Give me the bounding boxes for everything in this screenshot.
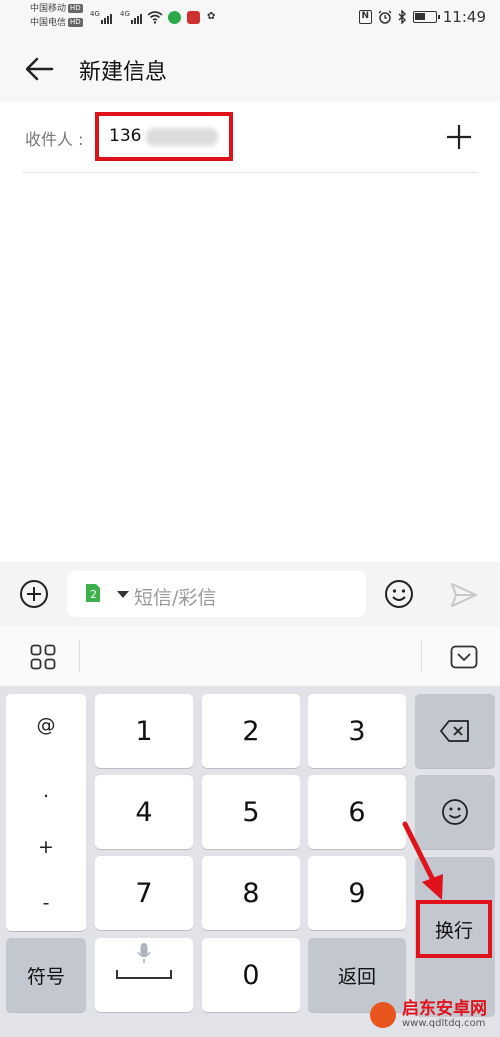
status-right: N 11:49	[358, 8, 486, 26]
recipient-row: 收件人 : 136	[0, 102, 500, 174]
keyboard-menu-grid-icon[interactable]	[30, 644, 56, 670]
clock: 11:49	[442, 8, 486, 26]
send-icon[interactable]	[450, 582, 478, 608]
red-arrow-annotation	[402, 821, 443, 900]
emoji-icon[interactable]	[384, 579, 414, 609]
key-1[interactable]: 1	[95, 694, 193, 768]
watermark-name: 启东安卓网	[402, 999, 487, 1019]
carrier-1: 中国移动 HD	[30, 4, 83, 14]
toolbar-separator	[421, 640, 422, 672]
recipient-label: 收件人 :	[25, 130, 84, 149]
key-3[interactable]: 3	[308, 694, 406, 768]
space-bar-icon	[116, 970, 172, 979]
key-9[interactable]: 9	[308, 856, 406, 930]
keyboard-toolbar	[0, 626, 500, 686]
key-plus[interactable]: +	[6, 836, 86, 858]
wifi-icon	[147, 11, 163, 24]
backspace-key[interactable]	[415, 694, 495, 768]
divider	[22, 172, 478, 173]
redacted-number-blur	[146, 128, 218, 146]
hide-keyboard-icon[interactable]	[450, 645, 478, 669]
key-dot[interactable]: .	[6, 780, 86, 802]
key-minus[interactable]: -	[6, 892, 86, 914]
hd-badge: HD	[68, 4, 83, 13]
bluetooth-icon	[398, 10, 406, 24]
back-arrow-icon[interactable]	[22, 52, 56, 86]
page-title: 新建信息	[79, 60, 168, 85]
key-2[interactable]: 2	[202, 694, 300, 768]
app-notification-icon	[187, 11, 200, 24]
numeric-keyboard: @ . + - 1 2 3 4 5 6 7 8 9 换行 符号 0 返回	[0, 686, 500, 1037]
key-5[interactable]: 5	[202, 775, 300, 849]
recipient-number: 136	[109, 126, 142, 146]
key-at[interactable]: @	[6, 714, 86, 736]
symbol-key[interactable]: 符号	[6, 938, 86, 1012]
backspace-icon	[440, 720, 469, 742]
key-0[interactable]: 0	[202, 938, 300, 1012]
toolbar-separator	[79, 640, 80, 672]
status-bar: 中国移动 HD 中国电信 HD 4G 4G ✿ N 11:49	[0, 0, 500, 36]
svg-text:2: 2	[90, 588, 97, 601]
attachment-plus-icon[interactable]	[19, 579, 49, 609]
microphone-icon	[137, 943, 151, 963]
signal-icon: 4G	[120, 10, 143, 24]
battery-icon	[412, 11, 440, 23]
message-placeholder: 短信/彩信	[134, 587, 217, 609]
watermark-url: www.qdltdq.com	[402, 1018, 486, 1029]
carrier-2: 中国电信 HD	[30, 18, 83, 28]
watermark: 启东安卓网 www.qdltdq.com	[370, 1000, 487, 1029]
key-6[interactable]: 6	[308, 775, 406, 849]
hd-badge: HD	[68, 18, 83, 27]
enter-key[interactable]: 换行	[416, 900, 492, 958]
title-bar: 新建信息	[0, 36, 500, 102]
sim-dropdown-icon[interactable]	[117, 591, 129, 598]
recipient-input[interactable]: 136	[95, 112, 233, 161]
message-input[interactable]: 2 短信/彩信	[67, 571, 366, 617]
signal-icon: 4G	[90, 10, 113, 24]
app-notification-icon	[168, 11, 181, 24]
add-recipient-plus-icon[interactable]	[446, 124, 472, 150]
alarm-icon	[378, 10, 392, 24]
sim-card-icon[interactable]: 2	[85, 583, 101, 603]
symbol-column[interactable]: @ . + -	[6, 694, 86, 931]
compose-bar: 2 短信/彩信	[0, 562, 500, 626]
huawei-icon: ✿	[207, 11, 216, 22]
nfc-icon: N	[358, 10, 372, 24]
key-7[interactable]: 7	[95, 856, 193, 930]
key-8[interactable]: 8	[202, 856, 300, 930]
watermark-logo-icon	[370, 1001, 396, 1028]
key-4[interactable]: 4	[95, 775, 193, 849]
